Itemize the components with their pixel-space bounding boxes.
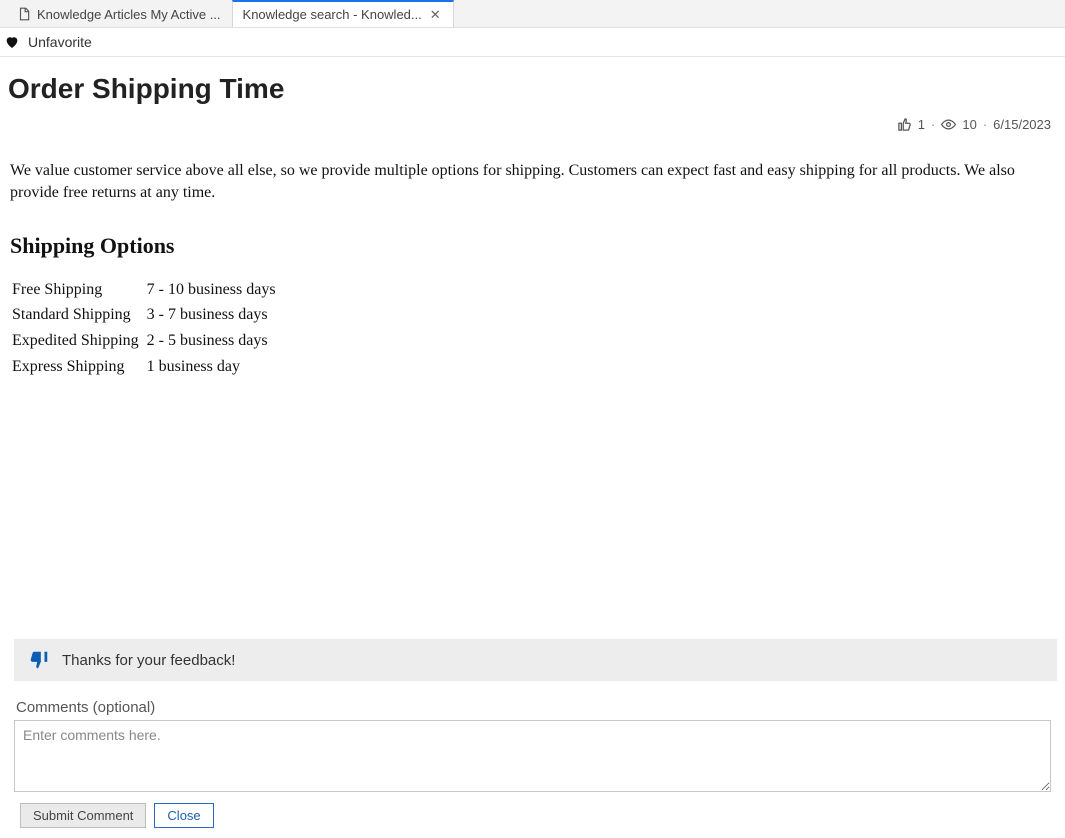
table-row: Expedited Shipping 2 - 5 business days <box>10 328 282 354</box>
article-intro: We value customer service above all else… <box>10 160 1055 203</box>
comments-input[interactable] <box>14 720 1051 792</box>
views-count: 10 <box>962 117 976 132</box>
shipping-options-table: Free Shipping 7 - 10 business days Stand… <box>10 277 282 379</box>
eye-icon <box>941 117 956 132</box>
table-row: Standard Shipping 3 - 7 business days <box>10 302 282 328</box>
submit-comment-button[interactable]: Submit Comment <box>20 803 146 828</box>
shipping-time: 7 - 10 business days <box>145 277 282 303</box>
tab-bar: Knowledge Articles My Active ... Knowled… <box>0 0 1065 28</box>
shipping-name: Expedited Shipping <box>10 328 145 354</box>
feedback-bar: Thanks for your feedback! <box>14 639 1057 681</box>
thumbs-up-icon <box>897 117 912 132</box>
toolbar: Unfavorite <box>0 28 1065 57</box>
article-meta: 1 · 10 · 6/15/2023 <box>8 109 1057 136</box>
comments-section: Comments (optional) Submit Comment Close <box>8 681 1057 834</box>
shipping-name: Free Shipping <box>10 277 145 303</box>
tab-knowledge-articles[interactable]: Knowledge Articles My Active ... <box>6 0 232 27</box>
section-heading: Shipping Options <box>10 231 1055 261</box>
meta-separator: · <box>983 117 987 132</box>
table-row: Free Shipping 7 - 10 business days <box>10 277 282 303</box>
shipping-time: 3 - 7 business days <box>145 302 282 328</box>
shipping-time: 1 business day <box>145 354 282 380</box>
tab-label: Knowledge Articles My Active ... <box>37 7 221 22</box>
table-row: Express Shipping 1 business day <box>10 354 282 380</box>
thumbs-down-icon <box>28 649 50 671</box>
article-date: 6/15/2023 <box>993 117 1051 132</box>
close-button[interactable]: Close <box>154 803 213 828</box>
document-icon <box>17 7 31 21</box>
article-body: We value customer service above all else… <box>8 160 1057 379</box>
tab-knowledge-search[interactable]: Knowledge search - Knowled... ✕ <box>232 0 454 27</box>
heart-icon <box>4 34 20 50</box>
likes-count: 1 <box>918 117 925 132</box>
button-row: Submit Comment Close <box>14 803 1051 828</box>
shipping-name: Standard Shipping <box>10 302 145 328</box>
feedback-message: Thanks for your feedback! <box>62 652 235 669</box>
page-title: Order Shipping Time <box>8 73 1057 105</box>
shipping-time: 2 - 5 business days <box>145 328 282 354</box>
comments-label: Comments (optional) <box>16 699 1051 716</box>
shipping-name: Express Shipping <box>10 354 145 380</box>
tab-label: Knowledge search - Knowled... <box>243 7 422 22</box>
spacer <box>8 379 1057 639</box>
unfavorite-button[interactable]: Unfavorite <box>28 34 92 50</box>
close-icon[interactable]: ✕ <box>428 7 443 23</box>
meta-separator: · <box>931 117 935 132</box>
page-content: Order Shipping Time 1 · 10 · 6/15/2023 W… <box>0 57 1065 834</box>
